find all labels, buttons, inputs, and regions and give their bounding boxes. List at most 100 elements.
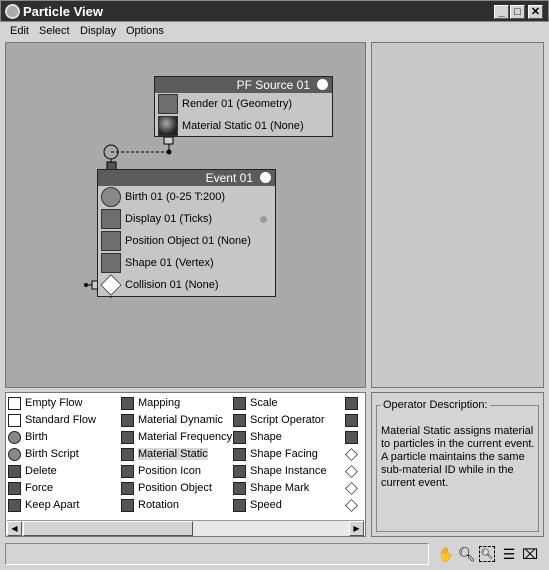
depot-item[interactable]: Material Frequency bbox=[119, 429, 232, 446]
event-node[interactable]: Event 01 Birth 01 (0-25 T:200) Display 0… bbox=[97, 169, 276, 297]
zoom-region-icon[interactable]: 🔍︎ bbox=[479, 546, 495, 562]
operator-label: Shape 01 (Vertex) bbox=[125, 257, 214, 269]
material-icon bbox=[121, 414, 134, 427]
scrollbar-thumb[interactable] bbox=[23, 521, 193, 536]
shape-icon bbox=[233, 431, 246, 444]
depot-item[interactable]: Mapping bbox=[119, 395, 232, 412]
operator-depot-list[interactable]: Empty Flow Standard Flow Birth Birth Scr… bbox=[5, 392, 366, 537]
minimize-button[interactable]: _ bbox=[494, 5, 509, 19]
birth-icon bbox=[101, 187, 121, 207]
script-icon bbox=[233, 414, 246, 427]
parameters-panel bbox=[371, 42, 544, 388]
depot-item[interactable]: Force bbox=[6, 480, 96, 497]
close-button[interactable]: ✕ bbox=[528, 5, 543, 19]
depot-item[interactable]: Material Dynamic bbox=[119, 412, 232, 429]
pf-source-node[interactable]: PF Source 01 Render 01 (Geometry) Materi… bbox=[154, 76, 333, 137]
depot-item-selected[interactable]: Material Static bbox=[119, 446, 232, 463]
zoom-extents-icon[interactable]: ☰ bbox=[501, 546, 517, 562]
speed-icon bbox=[345, 414, 358, 427]
operator-shape[interactable]: Shape 01 (Vertex) bbox=[98, 252, 275, 274]
birth-script-icon bbox=[8, 448, 21, 461]
depot-item[interactable]: Birth Script bbox=[6, 446, 96, 463]
lightbulb-icon[interactable] bbox=[317, 79, 328, 90]
lightbulb-icon[interactable] bbox=[260, 172, 271, 183]
material-icon bbox=[121, 431, 134, 444]
description-title: Operator Description: bbox=[383, 399, 488, 411]
particle-graph-canvas[interactable]: PF Source 01 Render 01 (Geometry) Materi… bbox=[5, 42, 366, 388]
speed-icon bbox=[233, 499, 246, 512]
depot-item[interactable]: Keep Apart bbox=[6, 497, 96, 514]
display-icon bbox=[101, 209, 121, 229]
scroll-right-button[interactable]: ▶ bbox=[349, 521, 364, 536]
depot-column-4-clipped bbox=[343, 395, 362, 514]
depot-item[interactable] bbox=[343, 497, 362, 514]
force-icon bbox=[8, 482, 21, 495]
speed-icon bbox=[345, 397, 358, 410]
display-color-icon[interactable] bbox=[260, 216, 267, 223]
depot-item[interactable]: Shape bbox=[231, 429, 326, 446]
flow-icon bbox=[8, 397, 21, 410]
delete-icon bbox=[8, 465, 21, 478]
no-zoom-icon[interactable]: ⌧ bbox=[522, 546, 538, 562]
operator-label: Position Object 01 (None) bbox=[125, 235, 251, 247]
scroll-left-button[interactable]: ◀ bbox=[7, 521, 22, 536]
node-title: PF Source 01 bbox=[236, 78, 310, 92]
keep-apart-icon bbox=[8, 499, 21, 512]
depot-item[interactable] bbox=[343, 463, 362, 480]
depot-item[interactable] bbox=[343, 412, 362, 429]
rotation-icon bbox=[121, 499, 134, 512]
depot-item[interactable]: Shape Instance bbox=[231, 463, 326, 480]
depot-item[interactable]: Shape Facing bbox=[231, 446, 326, 463]
operator-label: Display 01 (Ticks) bbox=[125, 213, 212, 225]
depot-item[interactable]: Script Operator bbox=[231, 412, 326, 429]
operator-birth[interactable]: Birth 01 (0-25 T:200) bbox=[98, 186, 275, 208]
operator-collision[interactable]: Collision 01 (None) bbox=[98, 274, 275, 296]
depot-column-1: Empty Flow Standard Flow Birth Birth Scr… bbox=[6, 395, 96, 514]
depot-item[interactable] bbox=[343, 429, 362, 446]
depot-column-2: Mapping Material Dynamic Material Freque… bbox=[119, 395, 232, 514]
description-text: Material Static assigns material to part… bbox=[381, 425, 535, 489]
menu-display[interactable]: Display bbox=[80, 25, 116, 37]
depot-item[interactable] bbox=[343, 395, 362, 412]
maximize-button[interactable]: □ bbox=[510, 5, 525, 19]
depot-item[interactable]: Delete bbox=[6, 463, 96, 480]
depot-item[interactable]: Position Object bbox=[119, 480, 232, 497]
material-sphere-icon bbox=[158, 116, 178, 136]
position-icon bbox=[121, 465, 134, 478]
flow-icon bbox=[8, 414, 21, 427]
menu-bar: Edit Select Display Options bbox=[0, 22, 549, 41]
zoom-icon[interactable]: 🔍︎ bbox=[458, 546, 476, 562]
scale-icon bbox=[233, 397, 246, 410]
horizontal-scrollbar[interactable]: ◀ ▶ bbox=[7, 520, 364, 536]
depot-item[interactable]: Speed bbox=[231, 497, 326, 514]
render-teapot-icon bbox=[158, 94, 178, 114]
menu-edit[interactable]: Edit bbox=[10, 25, 29, 37]
depot-item[interactable]: Rotation bbox=[119, 497, 232, 514]
depot-column-3: Scale Script Operator Shape Shape Facing… bbox=[231, 395, 326, 514]
spin-icon bbox=[345, 431, 358, 444]
depot-item[interactable]: Scale bbox=[231, 395, 326, 412]
operator-material-static[interactable]: Material Static 01 (None) bbox=[155, 115, 332, 137]
status-bar bbox=[5, 543, 429, 565]
depot-item[interactable] bbox=[343, 480, 362, 497]
test-diamond-icon bbox=[345, 482, 358, 495]
operator-label: Render 01 (Geometry) bbox=[182, 98, 293, 110]
test-diamond-icon bbox=[345, 448, 358, 461]
depot-item[interactable]: Birth bbox=[6, 429, 96, 446]
operator-description-panel: Operator Description: Material Static as… bbox=[371, 392, 544, 537]
depot-item[interactable] bbox=[343, 446, 362, 463]
depot-item[interactable]: Position Icon bbox=[119, 463, 232, 480]
mapping-icon bbox=[121, 397, 134, 410]
pan-icon[interactable]: ✋ bbox=[437, 546, 454, 562]
menu-options[interactable]: Options bbox=[126, 25, 164, 37]
operator-display[interactable]: Display 01 (Ticks) bbox=[98, 208, 275, 230]
operator-position-object[interactable]: Position Object 01 (None) bbox=[98, 230, 275, 252]
position-icon bbox=[121, 482, 134, 495]
depot-item[interactable]: Standard Flow bbox=[6, 412, 96, 429]
depot-item[interactable]: Shape Mark bbox=[231, 480, 326, 497]
menu-select[interactable]: Select bbox=[39, 25, 70, 37]
depot-item[interactable]: Empty Flow bbox=[6, 395, 96, 412]
operator-render[interactable]: Render 01 (Geometry) bbox=[155, 93, 332, 115]
shape-icon bbox=[233, 448, 246, 461]
collision-diamond-icon bbox=[100, 274, 122, 296]
